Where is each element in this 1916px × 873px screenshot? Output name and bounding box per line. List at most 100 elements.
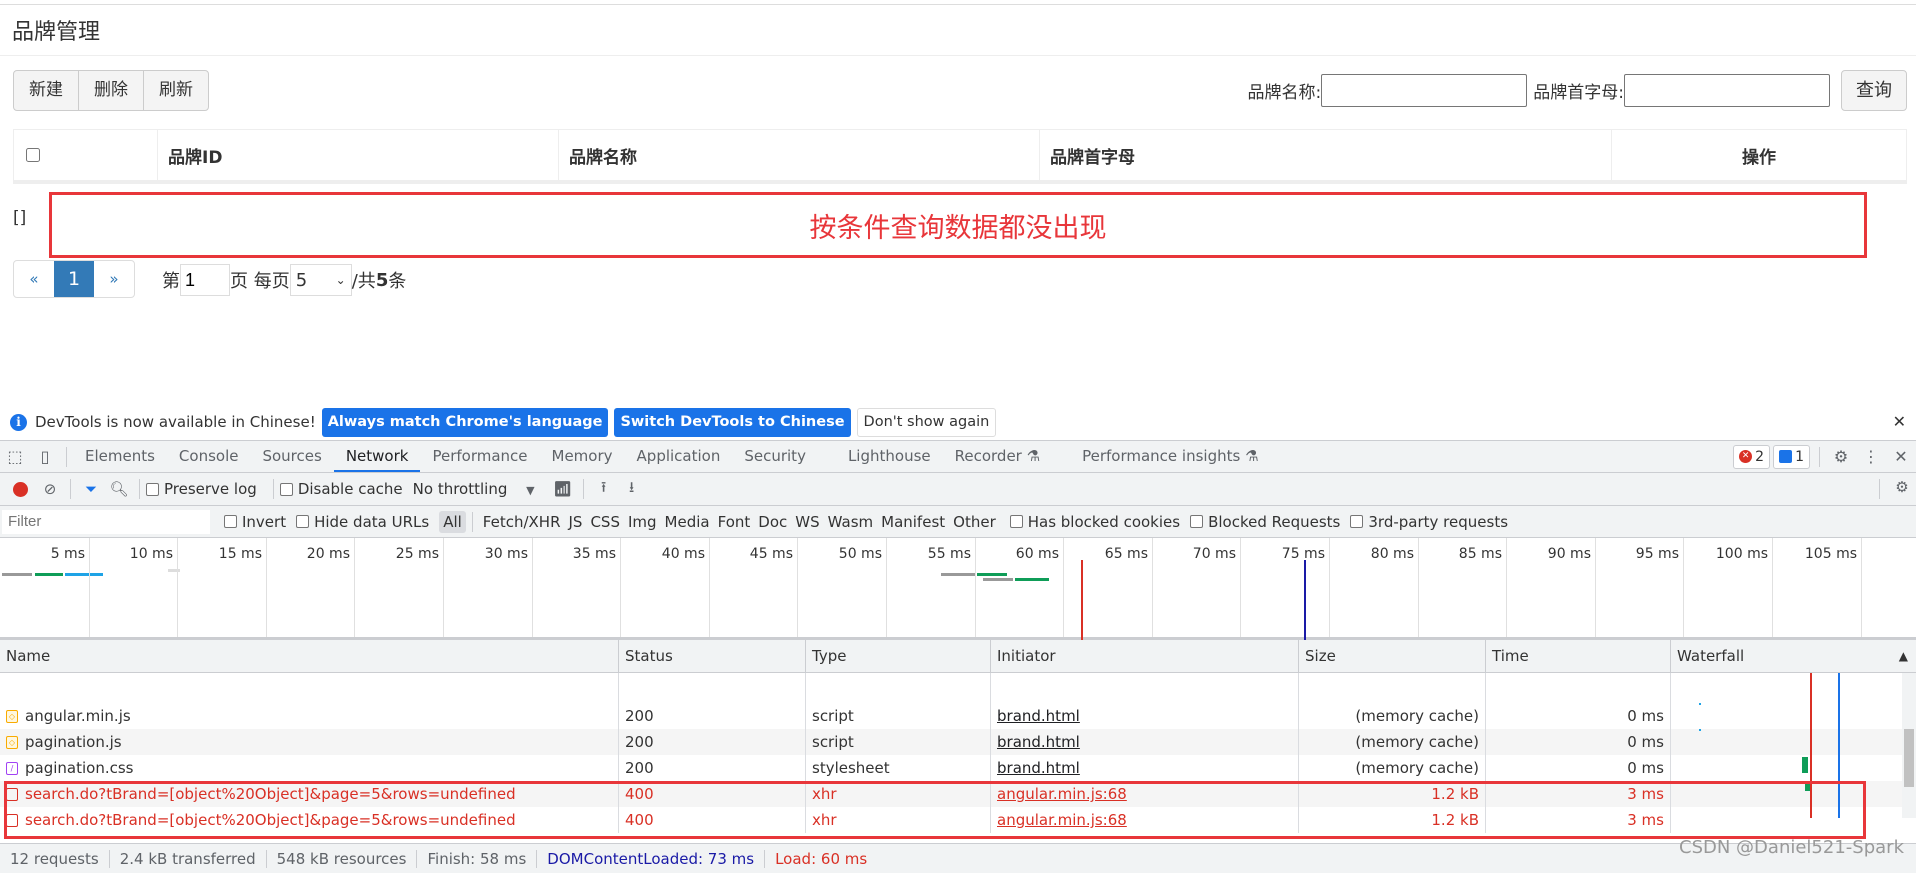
column-time[interactable]: Time bbox=[1486, 640, 1671, 672]
page-suffix: 页 每页 bbox=[230, 271, 290, 292]
has-blocked-cookies-checkbox[interactable]: Has blocked cookies bbox=[1009, 513, 1180, 531]
dom-content-loaded-time: DOMContentLoaded: 73 ms bbox=[537, 849, 766, 868]
close-icon[interactable]: ✕ bbox=[1893, 412, 1906, 431]
request-name[interactable]: pagination.css bbox=[25, 759, 133, 777]
header-brand-name[interactable]: 品牌名称 bbox=[559, 130, 1040, 180]
column-status[interactable]: Status bbox=[619, 640, 806, 672]
request-row[interactable]: ◇ angular.min.js 200 script brand.html (memor… bbox=[0, 703, 1916, 729]
initiator-link[interactable]: brand.html bbox=[997, 759, 1080, 777]
brand-name-input[interactable] bbox=[1321, 74, 1528, 107]
refresh-button[interactable]: 刷新 bbox=[144, 71, 208, 110]
query-button[interactable]: 查询 bbox=[1841, 70, 1907, 111]
throttling-select[interactable]: No throttling ▼ bbox=[413, 480, 535, 498]
tab-recorder[interactable]: Recorder ⚗ bbox=[943, 441, 1052, 472]
filter-input[interactable] bbox=[2, 509, 210, 534]
filter-type-manifest[interactable]: Manifest bbox=[877, 511, 949, 533]
filter-type-font[interactable]: Font bbox=[714, 511, 755, 533]
column-initiator[interactable]: Initiator bbox=[991, 640, 1299, 672]
scrollbar-thumb[interactable] bbox=[1904, 729, 1914, 787]
tab-sources[interactable]: Sources bbox=[250, 441, 333, 472]
filter-type-css[interactable]: CSS bbox=[586, 511, 624, 533]
request-time-cell: 0 ms bbox=[1486, 755, 1671, 781]
first-char-input[interactable] bbox=[1624, 74, 1830, 107]
column-name[interactable]: Name bbox=[0, 640, 619, 672]
filter-type-all[interactable]: All bbox=[439, 510, 466, 533]
page-number-input[interactable] bbox=[180, 264, 230, 296]
filter-type-fetch-xhr[interactable]: Fetch/XHR bbox=[479, 511, 565, 533]
request-row[interactable]: ◇ pagination.js 200 script brand.html (memory… bbox=[0, 729, 1916, 755]
overview-gridline bbox=[1683, 538, 1684, 637]
filter-type-wasm[interactable]: Wasm bbox=[824, 511, 878, 533]
message-count-badge[interactable]: 1 bbox=[1773, 444, 1810, 469]
blocked-requests-checkbox[interactable]: Blocked Requests bbox=[1190, 513, 1340, 531]
prev-page-button[interactable]: « bbox=[14, 261, 54, 297]
next-page-button[interactable]: » bbox=[94, 261, 134, 297]
tab-performance-insights[interactable]: Performance insights ⚗ bbox=[1070, 441, 1270, 472]
network-overview-timeline[interactable]: 5 ms 10 ms 15 ms 20 ms 25 ms 30 ms 35 ms 40 ms 4… bbox=[0, 538, 1916, 640]
select-all-checkbox[interactable] bbox=[26, 148, 40, 162]
tab-performance[interactable]: Performance bbox=[420, 441, 539, 472]
filter-type-js[interactable]: JS bbox=[565, 511, 587, 533]
filter-type-doc[interactable]: Doc bbox=[754, 511, 791, 533]
tab-lighthouse[interactable]: Lighthouse bbox=[836, 441, 943, 472]
filter-type-media[interactable]: Media bbox=[661, 511, 714, 533]
inspect-element-icon[interactable]: ⬚ bbox=[0, 447, 30, 466]
request-size-cell: (memory cache) bbox=[1299, 755, 1486, 781]
tab-application[interactable]: Application bbox=[625, 441, 733, 472]
initiator-link[interactable]: brand.html bbox=[997, 733, 1080, 751]
tab-security[interactable]: Security bbox=[732, 441, 818, 472]
import-har-icon[interactable]: ⭱ bbox=[590, 477, 618, 502]
request-status-cell: 200 bbox=[619, 729, 806, 755]
record-button[interactable] bbox=[13, 481, 28, 497]
third-party-checkbox[interactable]: 3rd-party requests bbox=[1350, 513, 1508, 531]
request-row[interactable]: / pagination.css 200 stylesheet brand.html (m… bbox=[0, 755, 1916, 781]
flask-icon: ⚗ bbox=[1026, 447, 1041, 465]
initiator-link[interactable]: brand.html bbox=[997, 707, 1080, 725]
error-count-badge[interactable]: ✕ 2 bbox=[1733, 444, 1771, 469]
settings-gear-icon[interactable]: ⚙ bbox=[1826, 447, 1856, 466]
flask-icon: ⚗ bbox=[1245, 447, 1259, 465]
new-button[interactable]: 新建 bbox=[14, 71, 79, 110]
request-name[interactable]: angular.min.js bbox=[25, 707, 131, 725]
tab-network[interactable]: Network bbox=[333, 441, 421, 472]
column-type[interactable]: Type bbox=[806, 640, 991, 672]
brand-table-header: 品牌ID 品牌名称 品牌首字母 操作 bbox=[13, 129, 1907, 181]
table-scrollbar[interactable] bbox=[1902, 673, 1916, 818]
network-settings-icon[interactable]: ⚙ bbox=[1888, 478, 1916, 496]
filter-type-other[interactable]: Other bbox=[949, 511, 1000, 533]
filter-type-img[interactable]: Img bbox=[624, 511, 661, 533]
tab-console[interactable]: Console bbox=[167, 441, 251, 472]
tab-memory[interactable]: Memory bbox=[540, 441, 625, 472]
per-page-select[interactable]: 5 ⌄ bbox=[289, 264, 352, 296]
close-devtools-icon[interactable]: ✕ bbox=[1886, 447, 1916, 466]
disable-cache-checkbox[interactable]: Disable cache bbox=[279, 480, 403, 498]
preserve-log-checkbox[interactable]: Preserve log bbox=[146, 480, 257, 498]
search-icon[interactable]: 🔍︎ bbox=[105, 480, 133, 498]
header-brand-id[interactable]: 品牌ID bbox=[158, 130, 559, 180]
network-conditions-icon[interactable]: 📶︎ bbox=[549, 480, 577, 498]
export-har-icon[interactable]: ⭳ bbox=[618, 477, 646, 502]
page-1-button[interactable]: 1 bbox=[54, 261, 94, 297]
dropdown-arrow-icon: ▼ bbox=[526, 484, 535, 497]
match-language-button[interactable]: Always match Chrome's language bbox=[321, 407, 609, 437]
overview-tick-label: 100 ms bbox=[1715, 546, 1768, 562]
delete-button[interactable]: 删除 bbox=[79, 71, 144, 110]
tab-elements[interactable]: Elements bbox=[73, 441, 167, 472]
hide-data-urls-checkbox[interactable]: Hide data URLs bbox=[296, 513, 429, 531]
invert-checkbox[interactable]: Invert bbox=[224, 513, 286, 531]
request-name-cell: / pagination.css bbox=[0, 755, 619, 781]
overview-tick-label: 15 ms bbox=[218, 546, 262, 562]
dont-show-again-button[interactable]: Don't show again bbox=[856, 407, 997, 437]
column-size[interactable]: Size bbox=[1299, 640, 1486, 672]
filter-icon[interactable]: ⏷ bbox=[77, 480, 105, 498]
request-name[interactable]: pagination.js bbox=[25, 733, 122, 751]
filter-type-ws[interactable]: WS bbox=[791, 511, 823, 533]
error-icon: ✕ bbox=[1739, 450, 1753, 463]
more-options-icon[interactable]: ⋮ bbox=[1856, 447, 1886, 466]
switch-chinese-button[interactable]: Switch DevTools to Chinese bbox=[614, 407, 851, 437]
column-waterfall[interactable]: Waterfall ▲ bbox=[1671, 640, 1916, 672]
device-toolbar-icon[interactable]: ▯ bbox=[30, 447, 60, 466]
header-first-char[interactable]: 品牌首字母 bbox=[1040, 130, 1612, 180]
clear-icon[interactable]: ⊘ bbox=[36, 480, 64, 498]
overview-gridline bbox=[1240, 538, 1241, 637]
